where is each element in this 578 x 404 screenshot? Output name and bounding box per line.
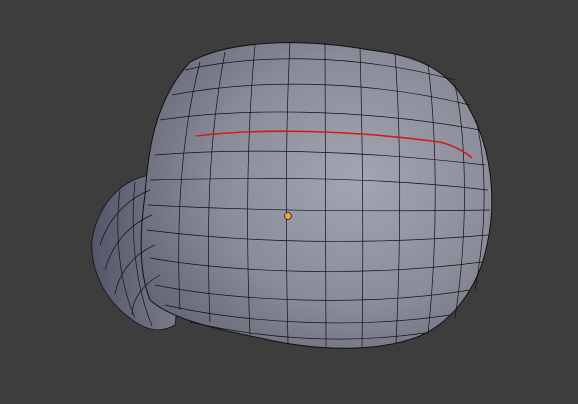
object-origin-point[interactable]: [284, 212, 292, 220]
3d-viewport[interactable]: [0, 0, 578, 404]
mesh-canvas[interactable]: [0, 0, 578, 404]
